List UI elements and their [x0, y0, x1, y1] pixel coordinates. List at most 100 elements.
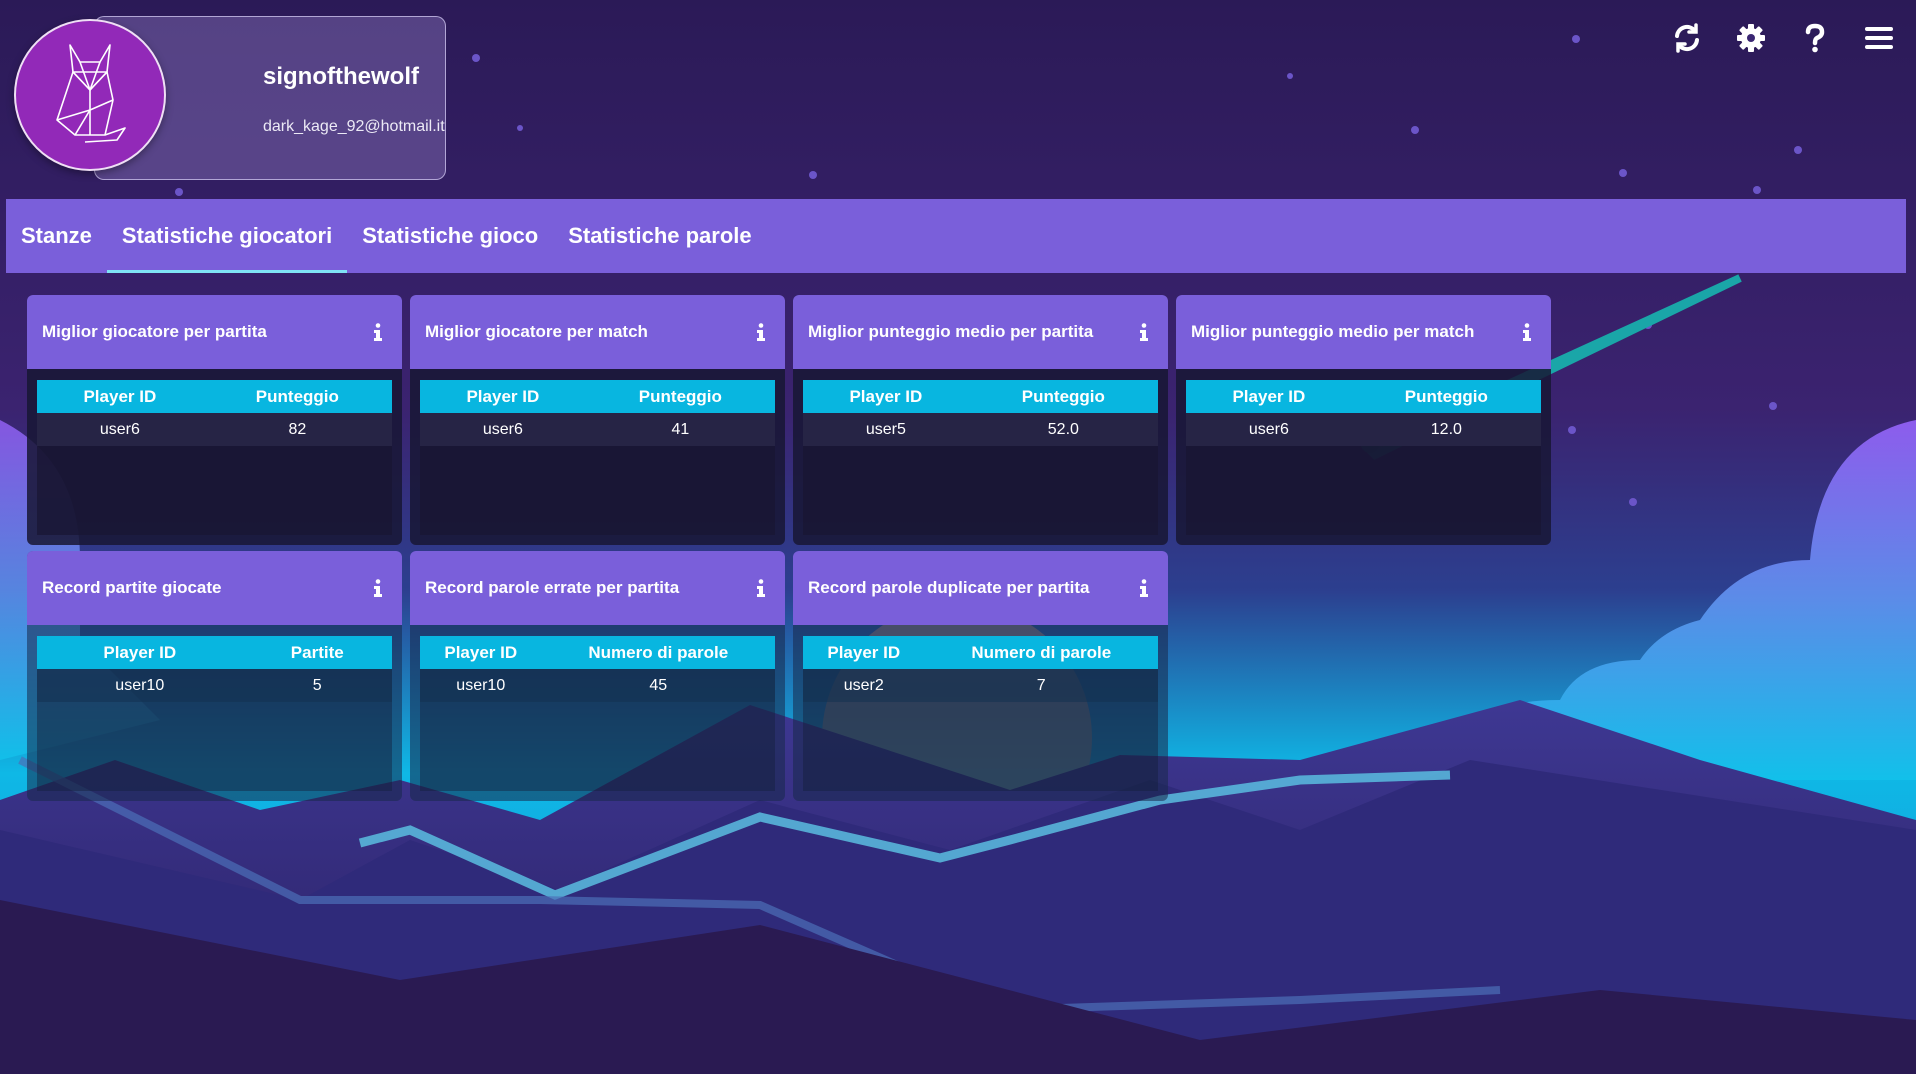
- stats-table: Player ID Punteggio user6 12.0: [1186, 380, 1541, 446]
- card-header: Miglior punteggio medio per partita: [793, 295, 1168, 369]
- column-header: Player ID: [803, 636, 925, 669]
- info-icon: [1523, 323, 1531, 341]
- column-header: Player ID: [37, 636, 243, 669]
- card-header: Miglior giocatore per partita: [27, 295, 402, 369]
- info-button[interactable]: [1135, 321, 1153, 343]
- card-title: Miglior giocatore per partita: [42, 322, 267, 341]
- username: signofthewolf: [263, 63, 419, 90]
- user-profile: signofthewolf dark_kage_92@hotmail.it: [14, 16, 446, 182]
- menu-button[interactable]: [1862, 18, 1896, 58]
- card-header: Record parole errate per partita: [410, 551, 785, 625]
- column-header: Punteggio: [968, 380, 1158, 413]
- info-icon: [757, 323, 765, 341]
- table-row: user6 12.0: [1186, 413, 1541, 446]
- card-table-container: Player ID Punteggio user6 12.0: [1186, 380, 1541, 535]
- column-header: Punteggio: [202, 380, 392, 413]
- card-title: Miglior punteggio medio per match: [1191, 322, 1475, 341]
- gear-icon: [1737, 24, 1765, 52]
- player-id-cell: user2: [803, 669, 925, 702]
- player-id-cell: user10: [420, 669, 542, 702]
- info-icon: [374, 579, 382, 597]
- value-cell: 52.0: [968, 413, 1158, 446]
- info-button[interactable]: [369, 321, 387, 343]
- card-table-container: Player ID Partite user10 5: [37, 636, 392, 791]
- info-button[interactable]: [1135, 577, 1153, 599]
- refresh-button[interactable]: [1670, 18, 1704, 58]
- menu-icon: [1865, 27, 1893, 49]
- stats-table: Player ID Numero di parole user2 7: [803, 636, 1158, 702]
- stats-table: Player ID Numero di parole user10 45: [420, 636, 775, 702]
- card-table-container: Player ID Punteggio user5 52.0: [803, 380, 1158, 535]
- column-header: Punteggio: [585, 380, 775, 413]
- settings-button[interactable]: [1734, 18, 1768, 58]
- stats-card-duplicate-words-record: Record parole duplicate per partita Play…: [793, 551, 1168, 801]
- column-header: Partite: [242, 636, 392, 669]
- user-email: dark_kage_92@hotmail.it: [263, 118, 445, 135]
- table-row: user2 7: [803, 669, 1158, 702]
- card-header: Miglior giocatore per match: [410, 295, 785, 369]
- table-row: user6 82: [37, 413, 392, 446]
- stats-card-best-player-per-match: Miglior giocatore per match Player ID Pun…: [410, 295, 785, 545]
- card-table-container: Player ID Numero di parole user10 45: [420, 636, 775, 791]
- column-header: Player ID: [37, 380, 203, 413]
- card-title: Miglior giocatore per match: [425, 322, 648, 341]
- player-id-cell: user6: [37, 413, 203, 446]
- info-button[interactable]: [752, 321, 770, 343]
- column-header: Numero di parole: [541, 636, 775, 669]
- column-header: Player ID: [1186, 380, 1352, 413]
- value-cell: 5: [242, 669, 392, 702]
- table-row: user5 52.0: [803, 413, 1158, 446]
- table-row: user10 45: [420, 669, 775, 702]
- stats-card-best-average-per-match: Miglior punteggio medio per match Player…: [1176, 295, 1551, 545]
- tab-statistiche-giocatori[interactable]: Statistiche giocatori: [106, 199, 348, 273]
- column-header: Player ID: [803, 380, 969, 413]
- card-table-container: Player ID Numero di parole user2 7: [803, 636, 1158, 791]
- info-button[interactable]: [1518, 321, 1536, 343]
- value-cell: 7: [924, 669, 1158, 702]
- player-id-cell: user10: [37, 669, 243, 702]
- refresh-icon: [1675, 23, 1699, 53]
- info-button[interactable]: [752, 577, 770, 599]
- avatar[interactable]: [14, 19, 166, 171]
- column-header: Player ID: [420, 636, 542, 669]
- player-id-cell: user6: [1186, 413, 1352, 446]
- card-title: Record parole errate per partita: [425, 578, 680, 597]
- header-toolbar: [1670, 18, 1896, 58]
- stats-card-best-average-per-game: Miglior punteggio medio per partita Play…: [793, 295, 1168, 545]
- tab-stanze[interactable]: Stanze: [6, 199, 107, 273]
- column-header: Punteggio: [1351, 380, 1541, 413]
- fox-logo-icon: [56, 44, 126, 143]
- card-title: Record partite giocate: [42, 578, 222, 597]
- info-button[interactable]: [369, 577, 387, 599]
- value-cell: 82: [202, 413, 392, 446]
- card-header: Record parole duplicate per partita: [793, 551, 1168, 625]
- stats-table: Player ID Partite user10 5: [37, 636, 392, 702]
- player-id-cell: user6: [420, 413, 586, 446]
- card-table-container: Player ID Punteggio user6 82: [37, 380, 392, 535]
- stats-card-wrong-words-record: Record parole errate per partita Player …: [410, 551, 785, 801]
- card-table-container: Player ID Punteggio user6 41: [420, 380, 775, 535]
- help-button[interactable]: [1798, 18, 1832, 58]
- value-cell: 12.0: [1351, 413, 1541, 446]
- tab-statistiche-gioco[interactable]: Statistiche gioco: [347, 199, 553, 273]
- card-title: Record parole duplicate per partita: [808, 578, 1090, 597]
- value-cell: 41: [585, 413, 775, 446]
- info-icon: [757, 579, 765, 597]
- card-header: Miglior punteggio medio per match: [1176, 295, 1551, 369]
- value-cell: 45: [541, 669, 775, 702]
- player-id-cell: user5: [803, 413, 969, 446]
- stats-card-games-played-record: Record partite giocate Player ID Partite …: [27, 551, 402, 801]
- column-header: Numero di parole: [924, 636, 1158, 669]
- info-icon: [374, 323, 382, 341]
- table-row: user10 5: [37, 669, 392, 702]
- tab-statistiche-parole[interactable]: Statistiche parole: [553, 199, 766, 273]
- stats-card-best-player-per-game: Miglior giocatore per partita Player ID P…: [27, 295, 402, 545]
- stats-table: Player ID Punteggio user5 52.0: [803, 380, 1158, 446]
- card-title: Miglior punteggio medio per partita: [808, 322, 1094, 341]
- info-icon: [1140, 323, 1148, 341]
- tab-bar: Stanze Statistiche giocatori Statistiche…: [6, 199, 1906, 273]
- stats-table: Player ID Punteggio user6 41: [420, 380, 775, 446]
- question-icon: [1805, 23, 1825, 53]
- column-header: Player ID: [420, 380, 586, 413]
- stats-table: Player ID Punteggio user6 82: [37, 380, 392, 446]
